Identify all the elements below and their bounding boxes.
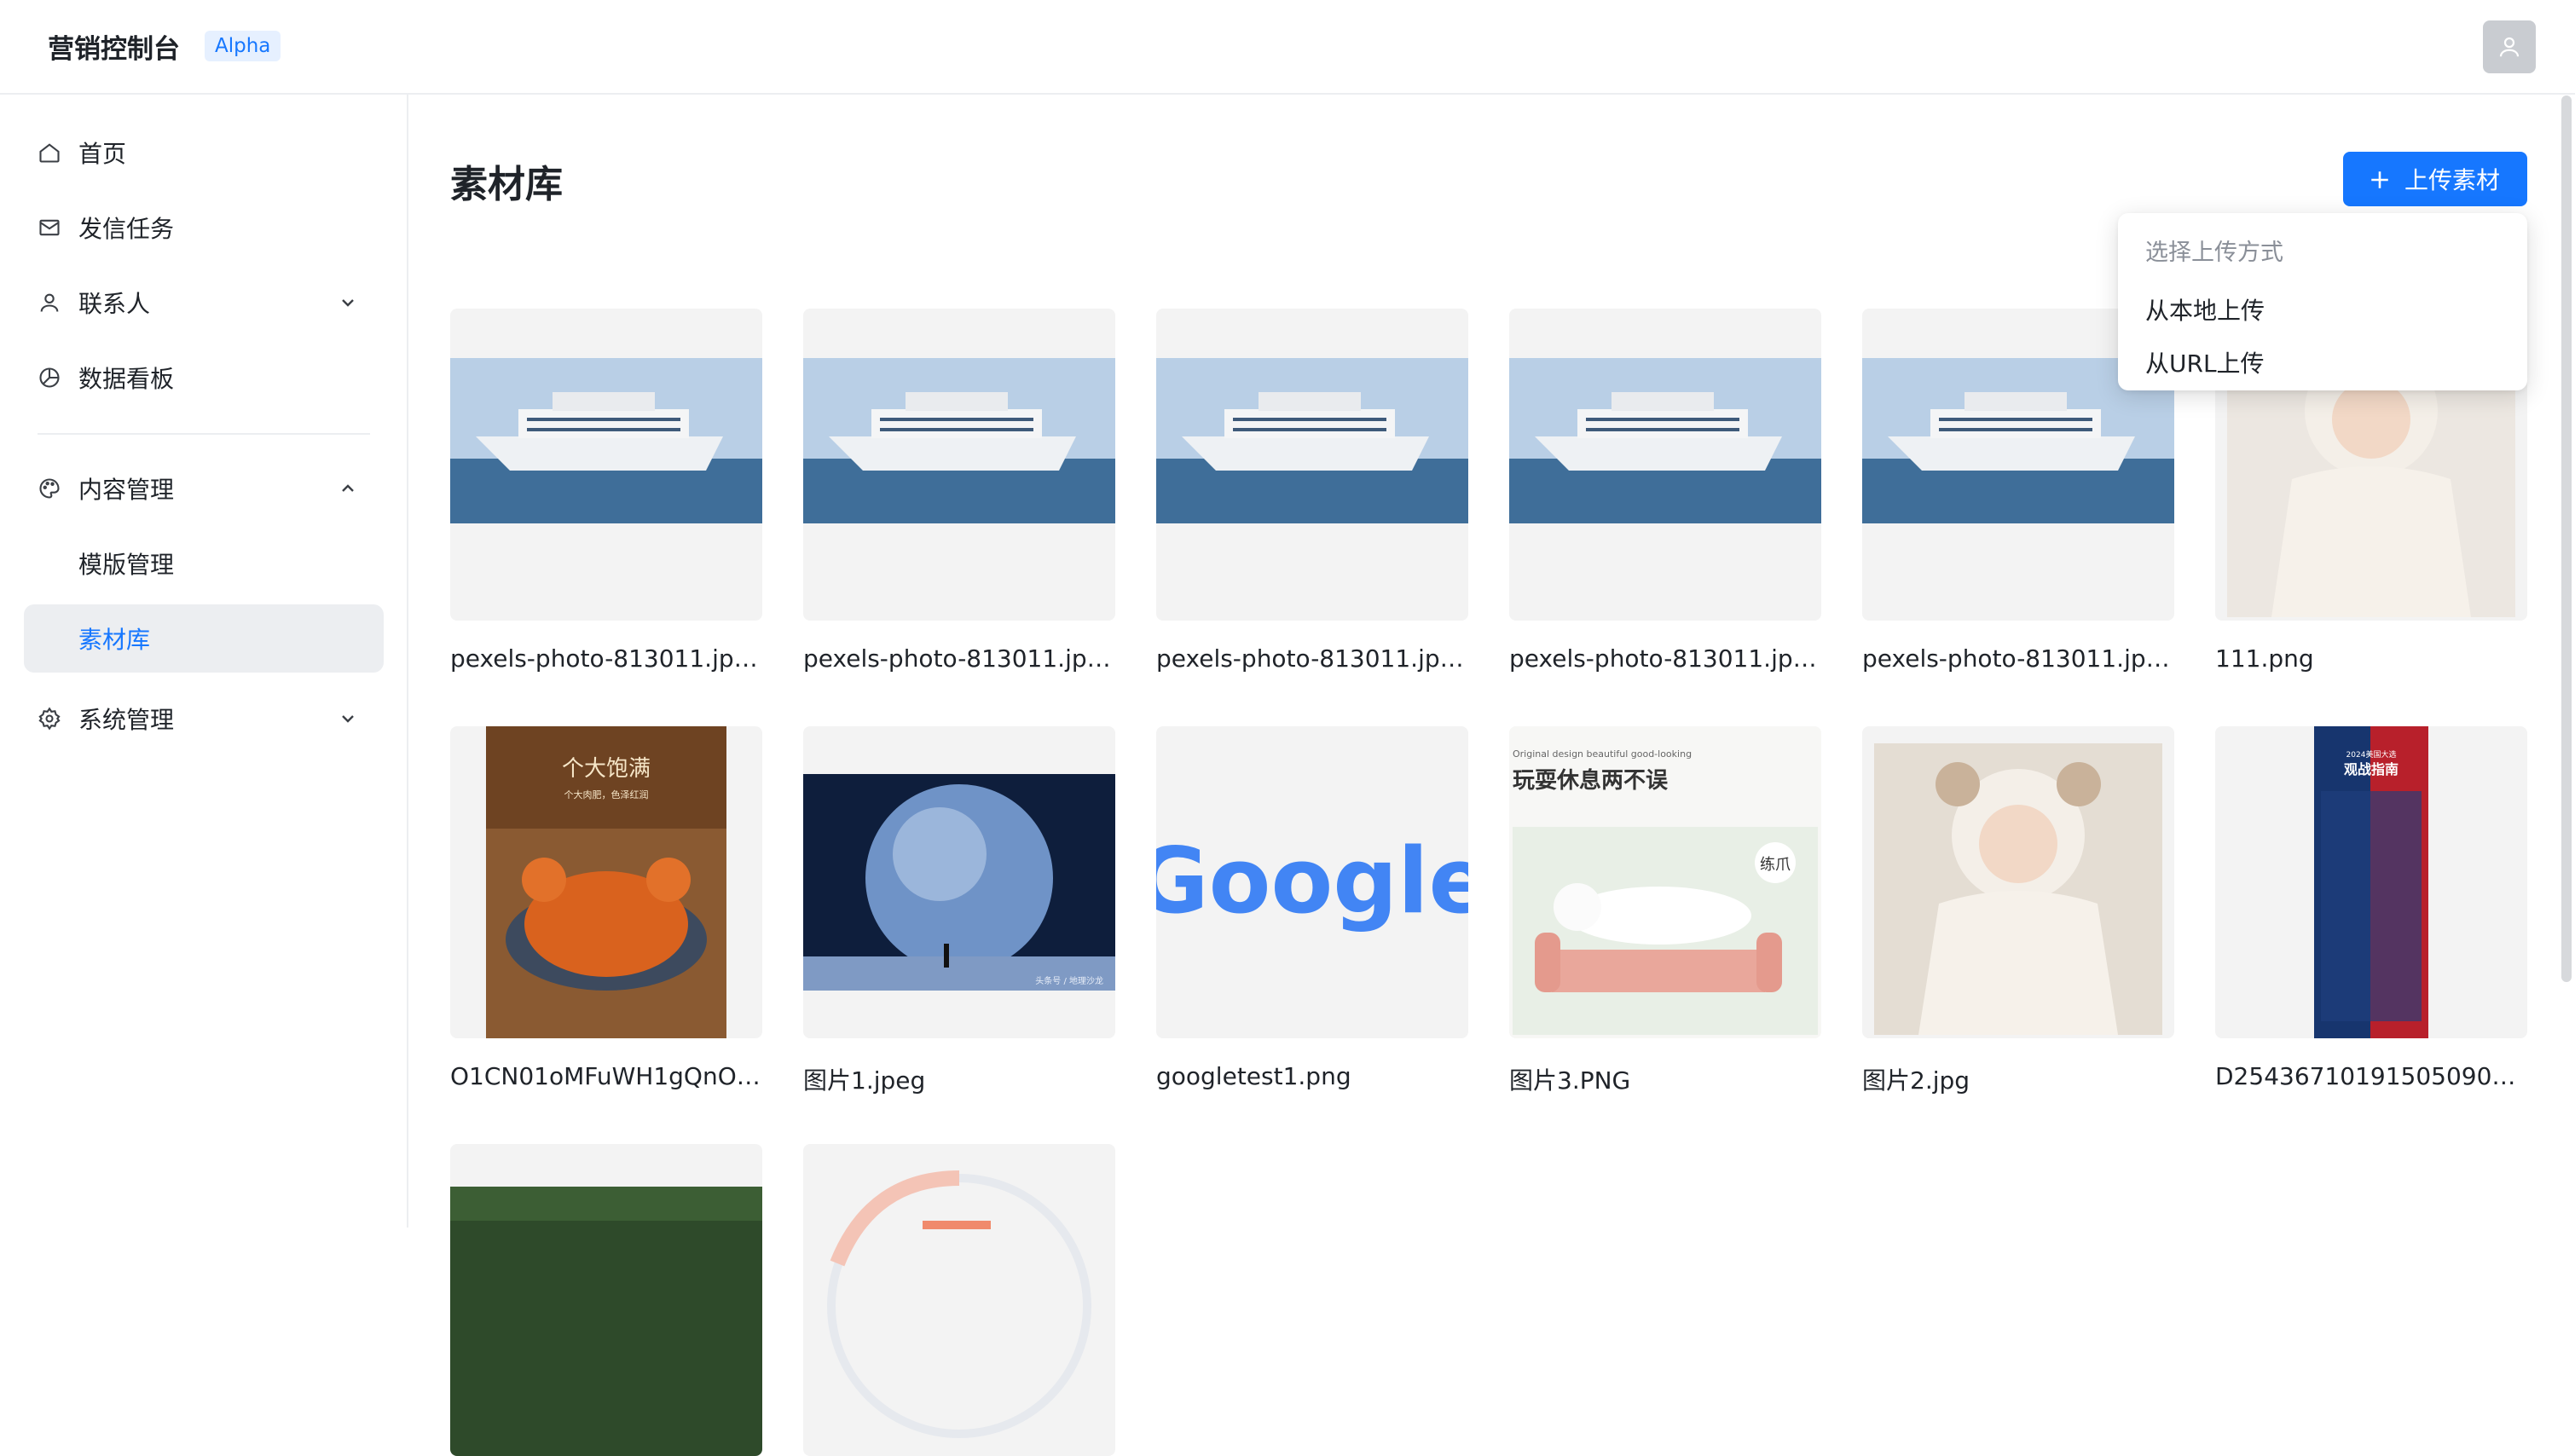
ship-image [803,358,1115,523]
sidebar-item-label: 发信任务 [78,215,175,243]
sidebar-item-label: 素材库 [78,626,151,654]
sidebar-item-asset-library[interactable]: 素材库 [24,604,384,673]
plus-icon [2371,171,2388,188]
svg-text:Original design beautiful good: Original design beautiful good-looking [1513,748,1692,760]
upload-button-label: 上传素材 [2404,166,2501,194]
circle-graphic-image [827,1170,1091,1438]
asset-thumbnail[interactable] [450,1144,762,1456]
asset-thumbnail[interactable] [1509,309,1821,621]
sidebar-item-label: 首页 [78,140,127,168]
chevron-down-icon [342,715,354,723]
sidebar-item-label: 联系人 [78,290,151,318]
sidebar-item-label: 内容管理 [78,476,175,504]
user-avatar[interactable] [2483,20,2536,73]
chevron-up-icon [342,484,354,492]
sidebar: 首页 发信任务 联系人 数据看板 内容管理 模版管理 素材库 系统管理 [0,95,408,1228]
asset-thumbnail[interactable]: 头条号 / 地理沙龙 [803,726,1115,1038]
asset-thumbnail[interactable] [1156,309,1468,621]
sidebar-item-content-management[interactable]: 内容管理 [24,454,384,523]
cat-sofa-image: Original design beautiful good-looking 玩… [1509,726,1821,1038]
asset-name: D254367101915050908... [2215,1062,2527,1090]
page-title: 素材库 [450,163,563,206]
mail-icon [39,219,60,236]
pie-chart-icon [39,367,60,388]
asset-thumbnail[interactable] [803,309,1115,621]
svg-text:个大肉肥，色泽红润: 个大肉肥，色泽红润 [564,789,649,800]
forest-image [450,1187,762,1456]
asset-thumbnail[interactable] [803,1144,1115,1456]
asset-thumbnail[interactable] [450,309,762,621]
asset-name: pexels-photo-813011.jpeg [450,644,762,673]
app-title: 营销控制台 [48,34,180,65]
svg-text:2024美国大选: 2024美国大选 [2346,749,2397,760]
sidebar-item-templates[interactable]: 模版管理 [24,529,384,598]
asset-name: pexels-photo-813011.jpeg [1156,644,1468,673]
google-logo-image: Google [1156,829,1468,933]
user-icon [2499,37,2520,57]
asset-thumbnail[interactable]: Original design beautiful good-looking 玩… [1509,726,1821,1038]
user-icon [40,293,59,312]
asset-thumbnail[interactable] [1862,726,2174,1038]
asset-name: pexels-photo-813011.jpeg [803,644,1115,673]
sidebar-item-home[interactable]: 首页 [24,118,384,187]
sidebar-item-system-management[interactable]: 系统管理 [24,685,384,753]
asset-name: pexels-photo-813011.jpeg [1509,644,1821,673]
asset-name: googletest1.png [1156,1062,1351,1090]
asset-name: 图片2.jpg [1862,1066,1970,1095]
ship-image [1156,358,1468,523]
crab-image: 个大饱满 个大肉肥，色泽红润 [486,726,726,1038]
svg-text:Google: Google [1156,829,1468,933]
svg-text:个大饱满: 个大饱满 [562,756,651,782]
sidebar-divider [38,433,370,435]
sidebar-item-dashboard[interactable]: 数据看板 [24,344,384,412]
dropdown-header: 选择上传方式 [2145,240,2283,266]
ship-image [450,358,762,523]
asset-thumbnail[interactable]: Google [1156,726,1468,1038]
upload-method-dropdown: 选择上传方式 从本地上传 从URL上传 [2118,213,2527,390]
home-icon [39,143,60,163]
asset-thumbnail[interactable]: 2024美国大选 观战指南 [2215,726,2527,1038]
asset-name: 图片1.jpeg [803,1066,926,1095]
palette-icon [39,478,60,499]
election-poster-image: 2024美国大选 观战指南 [2314,726,2428,1038]
earth-image: 头条号 / 地理沙龙 [803,774,1115,991]
asset-name: pexels-photo-813011.jpeg [1862,644,2174,673]
asset-name: 图片3.PNG [1509,1066,1631,1095]
svg-text:头条号 / 地理沙龙: 头条号 / 地理沙龙 [1035,975,1103,986]
asset-name: 111.png [2215,644,2314,673]
sidebar-item-label: 数据看板 [78,365,175,393]
upload-url-option[interactable]: 从URL上传 [2118,336,2527,389]
svg-text:练爪: 练爪 [1760,856,1791,874]
baby-image [1874,743,2162,1035]
sidebar-item-label: 系统管理 [78,706,175,734]
sidebar-item-contacts[interactable]: 联系人 [24,269,384,337]
gear-icon [38,707,61,731]
ship-image [1509,358,1821,523]
upload-local-option[interactable]: 从本地上传 [2118,283,2527,336]
svg-text:观战指南: 观战指南 [2344,761,2399,777]
chevron-down-icon [342,299,354,307]
page-scrollbar[interactable] [2561,95,2572,982]
svg-text:玩耍休息两不误: 玩耍休息两不误 [1513,767,1669,794]
upload-asset-button[interactable]: 上传素材 [2343,152,2527,206]
sidebar-item-send-tasks[interactable]: 发信任务 [24,194,384,262]
sidebar-item-label: 模版管理 [78,551,175,579]
asset-thumbnail[interactable]: 个大饱满 个大肉肥，色泽红润 [450,726,762,1038]
alpha-badge: Alpha [205,31,281,61]
asset-name: O1CN01oMFuWH1gQnOg... [450,1062,762,1090]
top-header: 营销控制台 Alpha [0,0,2575,95]
